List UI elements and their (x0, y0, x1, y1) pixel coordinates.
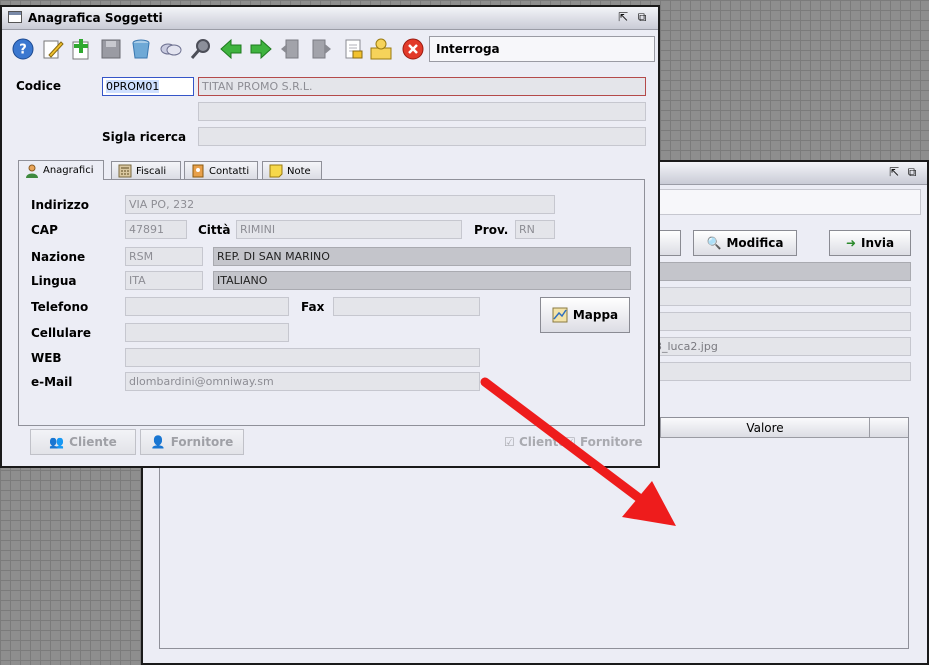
indirizzo-label: Indirizzo (31, 198, 89, 212)
first-page-icon[interactable] (279, 37, 303, 61)
user-icon: 👤 (150, 435, 166, 449)
tab-anagrafici[interactable]: Anagrafici (18, 160, 104, 180)
mappa-label: Mappa (572, 308, 619, 322)
cap-input[interactable]: 47891 (125, 220, 187, 239)
copy-icon[interactable] (159, 37, 183, 61)
lingua-label: Lingua (31, 274, 77, 288)
send-icon: ➜ (845, 236, 856, 250)
table-header-valore[interactable]: Valore (660, 418, 870, 438)
mode-label: Interroga (436, 42, 500, 56)
ragione-sociale-field[interactable]: TITAN PROMO S.R.L. (198, 77, 646, 96)
user-mail-icon[interactable] (369, 37, 393, 61)
prov-label: Prov. (474, 223, 509, 237)
codice-value: 0PROM01 (106, 80, 160, 93)
last-page-icon[interactable] (309, 37, 333, 61)
arrow-left-icon[interactable] (219, 37, 243, 61)
telefono-input[interactable] (125, 297, 289, 316)
citta-input[interactable]: RIMINI (236, 220, 462, 239)
map-icon (552, 307, 568, 323)
magnifier-icon: 🔍 (706, 236, 722, 250)
nazione-code-input[interactable]: RSM (125, 247, 203, 266)
fornitore-button-label: Fornitore (170, 435, 234, 449)
window-title: Anagrafica Soggetti (28, 11, 163, 25)
web-input[interactable] (125, 348, 480, 367)
back-field-3[interactable] (651, 312, 911, 331)
note-icon (269, 164, 283, 178)
calculator-icon (118, 164, 132, 178)
fornitore-button[interactable]: 👤 Fornitore (140, 429, 244, 455)
filename-text: 3_luca2.jpg (655, 340, 718, 353)
tab-label: Fiscali (136, 165, 167, 177)
tab-contatti[interactable]: Contatti (184, 161, 258, 180)
maximize-icon[interactable]: ⧉ (635, 10, 649, 24)
toolbar: ? Interroga (2, 31, 658, 67)
tab-fiscali[interactable]: Fiscali (111, 161, 181, 180)
mappa-button[interactable]: Mappa (540, 297, 630, 333)
back-field-2[interactable] (651, 287, 911, 306)
back-field-1[interactable] (651, 262, 911, 281)
users-icon: 👥 (49, 435, 65, 449)
red-arrow-annotation (480, 377, 676, 526)
arrow-right-icon[interactable] (249, 37, 273, 61)
back-field-5[interactable] (651, 362, 911, 381)
help-icon[interactable]: ? (11, 37, 35, 61)
sigla-label: Sigla ricerca (102, 130, 187, 144)
invia-label: Invia (861, 236, 895, 250)
document-icon[interactable] (341, 37, 365, 61)
cellulare-input[interactable] (125, 323, 289, 342)
invia-button[interactable]: ➜ Invia (829, 230, 911, 256)
web-label: WEB (31, 351, 62, 365)
tab-label: Note (287, 165, 311, 177)
valore-label: Valore (746, 421, 784, 435)
fax-input[interactable] (333, 297, 480, 316)
restore-icon[interactable]: ⇱ (887, 165, 901, 179)
person-icon (26, 164, 38, 178)
back-top-field[interactable] (651, 189, 921, 215)
codice-label: Codice (16, 79, 62, 93)
nazione-label: Nazione (31, 250, 86, 264)
delete-icon[interactable] (129, 37, 153, 61)
back-filename-field[interactable]: 3_luca2.jpg (651, 337, 911, 356)
tab-note[interactable]: Note (262, 161, 322, 180)
lingua-desc-field: ITALIANO (213, 271, 631, 290)
main-window-titlebar: Anagrafica Soggetti ⇱ ⧉ (2, 7, 658, 30)
email-input[interactable]: dlombardini@omniway.sm (125, 372, 480, 391)
svg-text:?: ? (19, 43, 27, 58)
cellulare-label: Cellulare (31, 326, 91, 340)
new-record-icon[interactable] (69, 37, 93, 61)
codice-input[interactable]: 0PROM01 (102, 77, 194, 96)
maximize-icon[interactable]: ⧉ (905, 165, 919, 179)
tab-label: Contatti (209, 165, 250, 177)
modifica-label: Modifica (726, 236, 784, 250)
cliente-button[interactable]: 👥 Cliente (30, 429, 136, 455)
restore-icon[interactable]: ⇱ (616, 10, 630, 24)
cap-label: CAP (31, 223, 58, 237)
window-icon (8, 11, 22, 23)
modifica-button[interactable]: 🔍 Modifica (693, 230, 797, 256)
prov-input[interactable]: RN (515, 220, 555, 239)
fax-label: Fax (301, 300, 325, 314)
nazione-desc-field: REP. DI SAN MARINO (213, 247, 631, 266)
email-label: e-Mail (31, 375, 73, 389)
tab-label: Anagrafici (43, 165, 94, 176)
cliente-button-label: Cliente (69, 435, 117, 449)
sigla-input[interactable] (198, 127, 646, 146)
close-icon[interactable] (401, 37, 425, 61)
citta-label: Città (198, 223, 231, 237)
save-icon[interactable] (99, 37, 123, 61)
ragione-sociale-2-field[interactable] (198, 102, 646, 121)
indirizzo-input[interactable]: VIA PO, 232 (125, 195, 555, 214)
telefono-label: Telefono (31, 300, 89, 314)
lingua-code-input[interactable]: ITA (125, 271, 203, 290)
search-icon[interactable] (189, 37, 213, 61)
edit-icon[interactable] (41, 37, 65, 61)
address-book-icon (192, 164, 204, 178)
mode-indicator: Interroga (429, 36, 655, 62)
